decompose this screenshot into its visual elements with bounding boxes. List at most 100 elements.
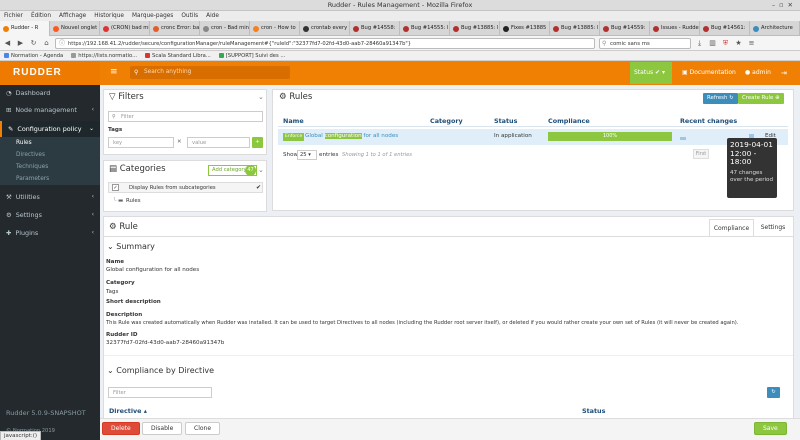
col-header-directive-status[interactable]: Status xyxy=(582,407,605,415)
browser-tab[interactable]: Rudder - R xyxy=(0,21,50,36)
sidebar-subitem-directives[interactable]: Directives xyxy=(0,149,100,161)
status-button[interactable]: Status ✔ ▾ xyxy=(630,62,672,84)
sidebar-subitem-rules[interactable]: Rules xyxy=(0,137,100,149)
tab-settings[interactable]: Settings xyxy=(756,219,790,237)
refresh-compliance-button[interactable]: ↻ xyxy=(767,387,780,398)
shield-icon[interactable]: ⛨ xyxy=(721,39,730,48)
sidebar-item-label: Configuration policy xyxy=(17,125,82,133)
page-size-select[interactable]: 25 ▾ xyxy=(297,150,317,160)
extension-icon[interactable]: ★ xyxy=(734,39,743,47)
browser-tab[interactable]: cron - How to xyxy=(250,21,300,36)
create-rule-button[interactable]: Create Rule ⊕ xyxy=(738,93,784,104)
enforce-badge: Enforce xyxy=(283,133,305,141)
disable-button[interactable]: Disable xyxy=(142,422,183,435)
refresh-button[interactable]: Refresh ↻ xyxy=(703,93,738,104)
menu-file[interactable]: Fichier xyxy=(4,11,23,21)
chevron-down-icon[interactable]: ⌄ xyxy=(258,166,264,174)
bookmark-item[interactable]: Scala Standard Libra... xyxy=(145,53,211,59)
documentation-button[interactable]: ▣ Documentation xyxy=(682,62,736,84)
filter-input[interactable]: ⚲ Filter xyxy=(108,111,263,122)
col-header-recent-changes[interactable]: Recent changes xyxy=(680,117,737,125)
sidebar-item-label: Dashboard xyxy=(15,89,51,97)
check-icon: ✔ xyxy=(256,184,262,191)
chevron-left-icon: ‹ xyxy=(91,193,94,200)
browser-tab[interactable]: cronc Error: ba xyxy=(150,21,200,36)
tab-compliance[interactable]: Compliance xyxy=(709,219,754,237)
sidebar-item-configuration-policy[interactable]: ✎ Configuration policy ⌄ xyxy=(0,121,100,137)
menu-edit[interactable]: Édition xyxy=(31,11,51,21)
sidebar-item-dashboard[interactable]: ◔ Dashboard xyxy=(0,85,100,101)
compliance-bar[interactable]: 100% xyxy=(548,132,672,141)
tag-value-input[interactable]: value xyxy=(187,137,250,148)
pagination-first[interactable]: First xyxy=(693,149,709,159)
summary-title[interactable]: ⌄ Summary xyxy=(107,242,155,251)
chevron-down-icon[interactable]: ⌄ xyxy=(258,93,264,101)
sidebar-subitem-parameters[interactable]: Parameters xyxy=(0,173,100,185)
download-icon[interactable]: ⤓ xyxy=(695,39,704,48)
subcategories-label: Display Rules from subcategories xyxy=(129,185,216,191)
library-icon[interactable]: ▥ xyxy=(708,39,717,47)
rudder-logo[interactable]: RUDDER xyxy=(0,61,100,85)
reload-icon[interactable]: ↻ xyxy=(29,39,38,47)
menu-history[interactable]: Historique xyxy=(94,11,124,21)
logout-icon[interactable]: ⇥ xyxy=(781,62,787,84)
compliance-fill: 100% xyxy=(548,132,672,141)
recent-changes-chart[interactable] xyxy=(680,137,686,140)
info-icon[interactable]: ⓘ xyxy=(59,39,65,48)
browser-tab[interactable]: Fixes #13885 xyxy=(500,21,550,36)
save-button[interactable]: Save xyxy=(754,422,787,435)
bookmark-item[interactable]: https://lists.normatio... xyxy=(71,53,137,59)
hamburger-icon[interactable]: ≡ xyxy=(110,67,118,77)
menu-view[interactable]: Affichage xyxy=(59,11,86,21)
filters-title[interactable]: ▽ Filters xyxy=(109,92,144,102)
browser-tab[interactable]: Bug #13885: l xyxy=(450,21,500,36)
col-header-directive[interactable]: Directive ▴ xyxy=(109,407,147,415)
global-search-input[interactable]: ⚲ Search anything xyxy=(130,66,290,79)
categories-title[interactable]: ▤ Categories xyxy=(109,164,166,174)
browser-tab[interactable]: Bug #14561: xyxy=(700,21,750,36)
col-header-status[interactable]: Status xyxy=(494,117,517,125)
sidebar-item-label: Utilities xyxy=(15,193,40,201)
bookmark-item[interactable]: [SUPPORT] Suivi des ... xyxy=(218,53,285,59)
bookmark-item[interactable]: Normation - Agenda xyxy=(4,53,63,59)
menu-help[interactable]: Aide xyxy=(206,11,219,21)
browser-tab[interactable]: crontab every xyxy=(300,21,350,36)
col-header-name[interactable]: Name xyxy=(283,117,304,125)
sidebar-item-node-management[interactable]: ⊞ Node management ‹ xyxy=(0,102,100,118)
browser-tab[interactable]: Bug #14559: xyxy=(600,21,650,36)
sidebar-item-utilities[interactable]: ⚒ Utilities ‹ xyxy=(0,189,100,205)
browser-tab[interactable]: Nouvel onglet xyxy=(50,21,100,36)
browser-search-input[interactable]: ⚲ comic sans ms xyxy=(599,37,691,49)
browser-tab[interactable]: (CRON) bad min xyxy=(100,21,150,36)
delete-button[interactable]: Delete xyxy=(102,422,140,435)
directive-filter-input[interactable]: Filter xyxy=(108,387,212,398)
sidebar-subitem-techniques[interactable]: Techniques xyxy=(0,161,100,173)
browser-tab[interactable]: cron - Bad min xyxy=(200,21,250,36)
browser-tab[interactable]: Issues - Rudde xyxy=(650,21,700,36)
menu-icon[interactable]: ≡ xyxy=(747,39,756,47)
url-bar[interactable]: ⓘ https://192.168.41.2/rudder/secure/con… xyxy=(55,37,595,49)
rule-name-link[interactable]: Global configuration for all nodes xyxy=(305,133,398,139)
browser-tab[interactable]: Architecture xyxy=(750,21,800,36)
add-tag-button[interactable]: + xyxy=(252,137,263,148)
clone-button[interactable]: Clone xyxy=(185,422,221,435)
checkbox[interactable]: ✓ xyxy=(112,184,119,191)
forward-icon[interactable]: ▶ xyxy=(16,39,25,47)
col-header-category[interactable]: Category xyxy=(430,117,463,125)
menu-bookmarks[interactable]: Marque-pages xyxy=(132,11,173,21)
col-header-compliance[interactable]: Compliance xyxy=(548,117,590,125)
menu-tools[interactable]: Outils xyxy=(181,11,198,21)
back-icon[interactable]: ◀ xyxy=(3,39,12,47)
tree-item-rules[interactable]: Rules xyxy=(126,198,141,204)
window-controls[interactable]: –▫✕ xyxy=(772,0,797,11)
sidebar-item-plugins[interactable]: ✚ Plugins ‹ xyxy=(0,225,100,241)
browser-tab[interactable]: Bug #14555: l xyxy=(400,21,450,36)
sidebar-item-settings[interactable]: ⚙ Settings ‹ xyxy=(0,207,100,223)
user-menu[interactable]: ● admin xyxy=(745,62,771,84)
browser-tab[interactable]: Bug #14558: xyxy=(350,21,400,36)
subcategories-toggle[interactable]: ✓ Display Rules from subcategories ✔ xyxy=(108,182,263,193)
compliance-by-directive-title[interactable]: ⌄ Compliance by Directive xyxy=(107,366,214,375)
tag-key-input[interactable]: key xyxy=(108,137,174,148)
home-icon[interactable]: ⌂ xyxy=(42,39,51,47)
browser-tab[interactable]: Bug #13885: l xyxy=(550,21,600,36)
